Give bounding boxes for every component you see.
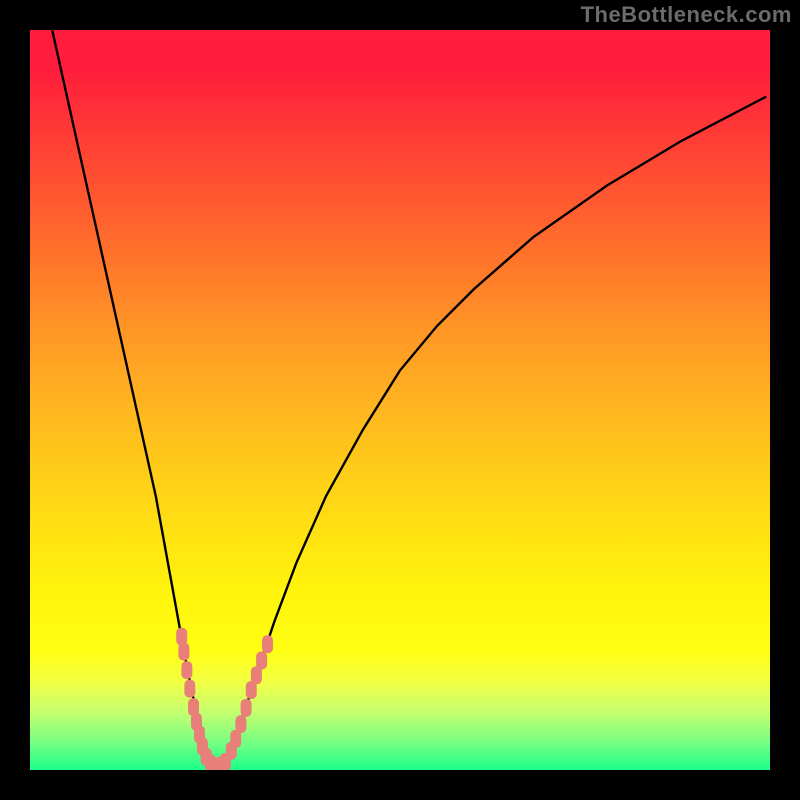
curve-marker — [262, 635, 273, 653]
bottleneck-curve — [52, 30, 766, 766]
chart-frame — [30, 30, 770, 770]
watermark-text: TheBottleneck.com — [581, 2, 792, 28]
curve-marker — [178, 643, 189, 661]
curve-marker — [184, 680, 195, 698]
chart-svg — [30, 30, 770, 770]
curve-marker — [241, 699, 252, 717]
marker-group — [176, 628, 273, 770]
curve-marker — [181, 661, 192, 679]
curve-marker — [235, 715, 246, 733]
curve-marker — [256, 651, 267, 669]
